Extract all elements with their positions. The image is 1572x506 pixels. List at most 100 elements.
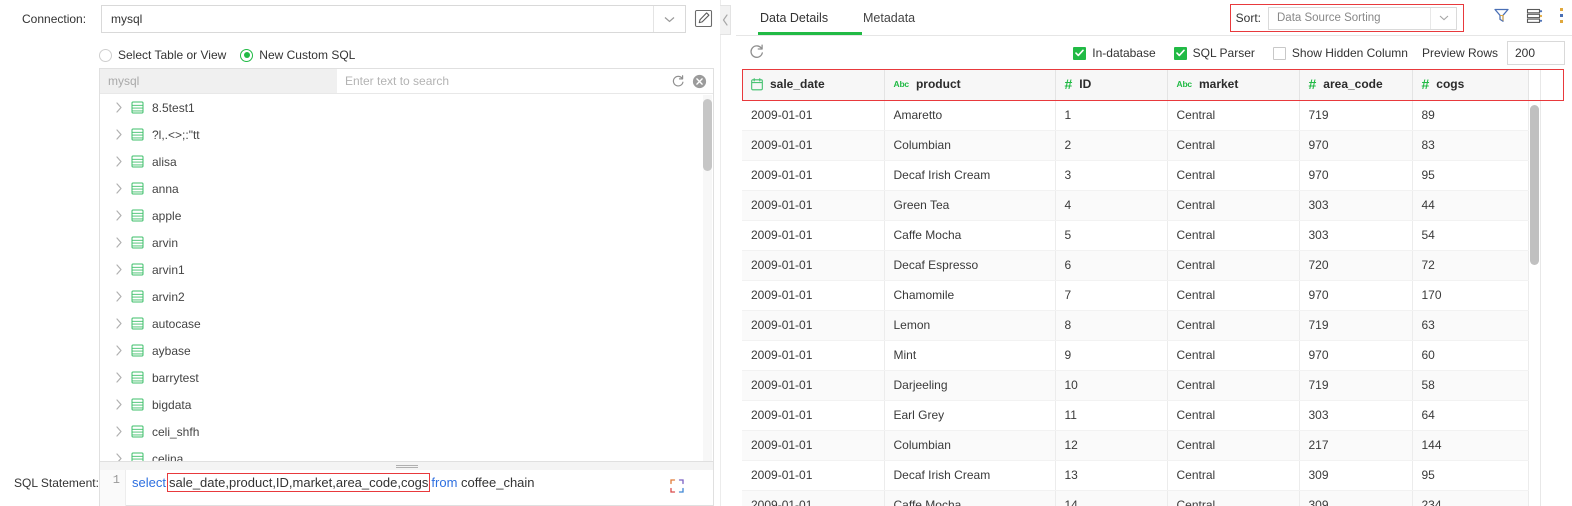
table-cell: 303 — [1299, 400, 1413, 431]
chevron-right-icon[interactable] — [112, 344, 126, 358]
more-vertical-icon[interactable] — [1559, 7, 1564, 24]
tree-item[interactable]: barrytest — [100, 364, 713, 391]
chevron-right-icon[interactable] — [112, 290, 126, 304]
filter-funnel-icon[interactable] — [1493, 7, 1510, 24]
tree-item[interactable]: aybase — [100, 337, 713, 364]
table-header-cell[interactable]: Abc market — [1167, 69, 1300, 101]
table-row[interactable]: 2009-01-01 Lemon 8 Central 719 63 — [742, 310, 1529, 341]
chevron-left-icon[interactable] — [720, 5, 731, 35]
chevron-right-icon[interactable] — [112, 317, 126, 331]
chevron-right-icon[interactable] — [112, 101, 126, 115]
table-row[interactable]: 2009-01-01 Mint 9 Central 970 60 — [742, 340, 1529, 371]
tree-item-label: arvin1 — [152, 262, 185, 277]
chevron-right-icon[interactable] — [112, 398, 126, 412]
table-cell: 14 — [1055, 490, 1168, 506]
tree-item[interactable]: 8.5test1 — [100, 94, 713, 121]
right-panel: Data Details Metadata Sort: Data Source … — [736, 0, 1572, 506]
tree-item[interactable]: anna — [100, 175, 713, 202]
column-list-icon[interactable] — [1526, 8, 1543, 24]
checkbox-show-hidden-column[interactable]: Show Hidden Column — [1272, 46, 1408, 60]
table-row[interactable]: 2009-01-01 Green Tea 4 Central 303 44 — [742, 190, 1529, 221]
table-header-cell[interactable]: # ID — [1055, 69, 1168, 101]
table-cell: Mint — [884, 340, 1056, 371]
table-row[interactable]: 2009-01-01 Columbian 12 Central 217 144 — [742, 430, 1529, 461]
schema-tree-list[interactable]: 8.5test1 ?l,.<>;:"tt alisa anna apple arvin ar… — [100, 94, 713, 461]
table-cell: Central — [1167, 370, 1300, 401]
table-header-cell[interactable]: sale_date — [742, 69, 885, 101]
tree-item[interactable]: bigdata — [100, 391, 713, 418]
sql-table-name: coffee_chain — [461, 475, 535, 490]
table-cell: 720 — [1299, 250, 1413, 281]
edit-pencil-icon[interactable] — [691, 5, 715, 31]
table-row[interactable]: 2009-01-01 Decaf Irish Cream 13 Central 309 9… — [742, 460, 1529, 491]
table-header-cell[interactable]: Abc product — [884, 69, 1056, 101]
table-row[interactable]: 2009-01-01 Caffe Mocha 5 Central 303 54 — [742, 220, 1529, 251]
radio-select-table-or-view[interactable]: Select Table or View — [99, 48, 226, 62]
table-header-cell[interactable]: # cogs — [1412, 69, 1529, 101]
table-cell: 2009-01-01 — [742, 310, 885, 341]
tree-item[interactable]: autocase — [100, 310, 713, 337]
sql-keyword-select: select — [132, 475, 166, 490]
database-table-icon — [130, 263, 144, 277]
tree-item[interactable]: apple — [100, 202, 713, 229]
horizontal-splitter[interactable] — [99, 462, 714, 470]
tree-item[interactable]: arvin — [100, 229, 713, 256]
table-row[interactable]: 2009-01-01 Decaf Espresso 6 Central 720 72 — [742, 250, 1529, 281]
table-row[interactable]: 2009-01-01 Chamomile 7 Central 970 170 — [742, 280, 1529, 311]
preview-rows-input[interactable] — [1507, 41, 1565, 65]
grid-scrollbar-thumb[interactable] — [1530, 105, 1539, 265]
tab-metadata[interactable]: Metadata — [863, 0, 915, 35]
tree-item[interactable]: arvin2 — [100, 283, 713, 310]
table-row[interactable]: 2009-01-01 Earl Grey 11 Central 303 64 — [742, 400, 1529, 431]
tree-item[interactable]: ?l,.<>;:"tt — [100, 121, 713, 148]
tree-schema-chip[interactable]: mysql — [100, 69, 337, 93]
table-row[interactable]: 2009-01-01 Columbian 2 Central 970 83 — [742, 130, 1529, 161]
chevron-right-icon[interactable] — [112, 182, 126, 196]
chevron-right-icon[interactable] — [112, 209, 126, 223]
chevron-right-icon[interactable] — [112, 236, 126, 250]
tree-item[interactable]: celi_shfh — [100, 418, 713, 445]
sql-editor[interactable]: 1 select sale_date,product,ID,market,area… — [99, 470, 714, 506]
database-table-icon — [130, 371, 144, 385]
tree-item[interactable]: arvin1 — [100, 256, 713, 283]
chevron-down-icon[interactable] — [1430, 7, 1456, 29]
chevron-right-icon[interactable] — [112, 263, 126, 277]
chevron-right-icon[interactable] — [112, 371, 126, 385]
vertical-splitter[interactable] — [720, 0, 736, 506]
sql-columns-highlight: sale_date,product,ID,market,area_code,co… — [166, 473, 431, 492]
sort-select[interactable]: Data Source Sorting — [1268, 6, 1457, 30]
refresh-icon[interactable] — [671, 74, 685, 88]
checkbox-sql-parser[interactable]: SQL Parser — [1173, 46, 1255, 60]
table-cell: Decaf Irish Cream — [884, 460, 1056, 491]
table-cell: Central — [1167, 160, 1300, 191]
chevron-right-icon[interactable] — [112, 155, 126, 169]
refresh-icon[interactable] — [748, 43, 766, 61]
table-header-cell[interactable]: # area_code — [1299, 69, 1413, 101]
table-cell: 44 — [1412, 190, 1529, 221]
table-cell: 4 — [1055, 190, 1168, 221]
table-row[interactable]: 2009-01-01 Amaretto 1 Central 719 89 — [742, 100, 1529, 131]
chevron-down-icon[interactable] — [653, 6, 685, 32]
clear-circle-icon[interactable] — [692, 74, 707, 89]
chevron-right-icon[interactable] — [112, 452, 126, 461]
database-table-icon — [130, 290, 144, 304]
connection-select[interactable]: mysql — [101, 5, 686, 33]
chevron-right-icon[interactable] — [112, 128, 126, 142]
search-input[interactable] — [345, 71, 645, 91]
table-row[interactable]: 2009-01-01 Caffe Mocha 14 Central 309 234 — [742, 490, 1529, 506]
tree-scrollbar-thumb[interactable] — [703, 99, 712, 171]
expand-fullscreen-icon[interactable] — [669, 478, 685, 494]
table-cell: Chamomile — [884, 280, 1056, 311]
tree-item[interactable]: alisa — [100, 148, 713, 175]
tab-data-details[interactable]: Data Details — [760, 0, 828, 35]
tabs-row: Data Details Metadata Sort: Data Source … — [736, 0, 1572, 36]
checkbox-in-database[interactable]: In-database — [1073, 46, 1156, 60]
table-row[interactable]: 2009-01-01 Decaf Irish Cream 3 Central 970 95 — [742, 160, 1529, 191]
table-row[interactable]: 2009-01-01 Darjeeling 10 Central 719 58 — [742, 370, 1529, 401]
radio-circle-unchecked — [99, 48, 112, 62]
table-cell: 9 — [1055, 340, 1168, 371]
chevron-right-icon[interactable] — [112, 425, 126, 439]
sql-code-line[interactable]: select sale_date,product,ID,market,area_c… — [126, 470, 713, 493]
radio-new-custom-sql[interactable]: New Custom SQL — [240, 48, 355, 62]
tree-item[interactable]: celina — [100, 445, 713, 461]
